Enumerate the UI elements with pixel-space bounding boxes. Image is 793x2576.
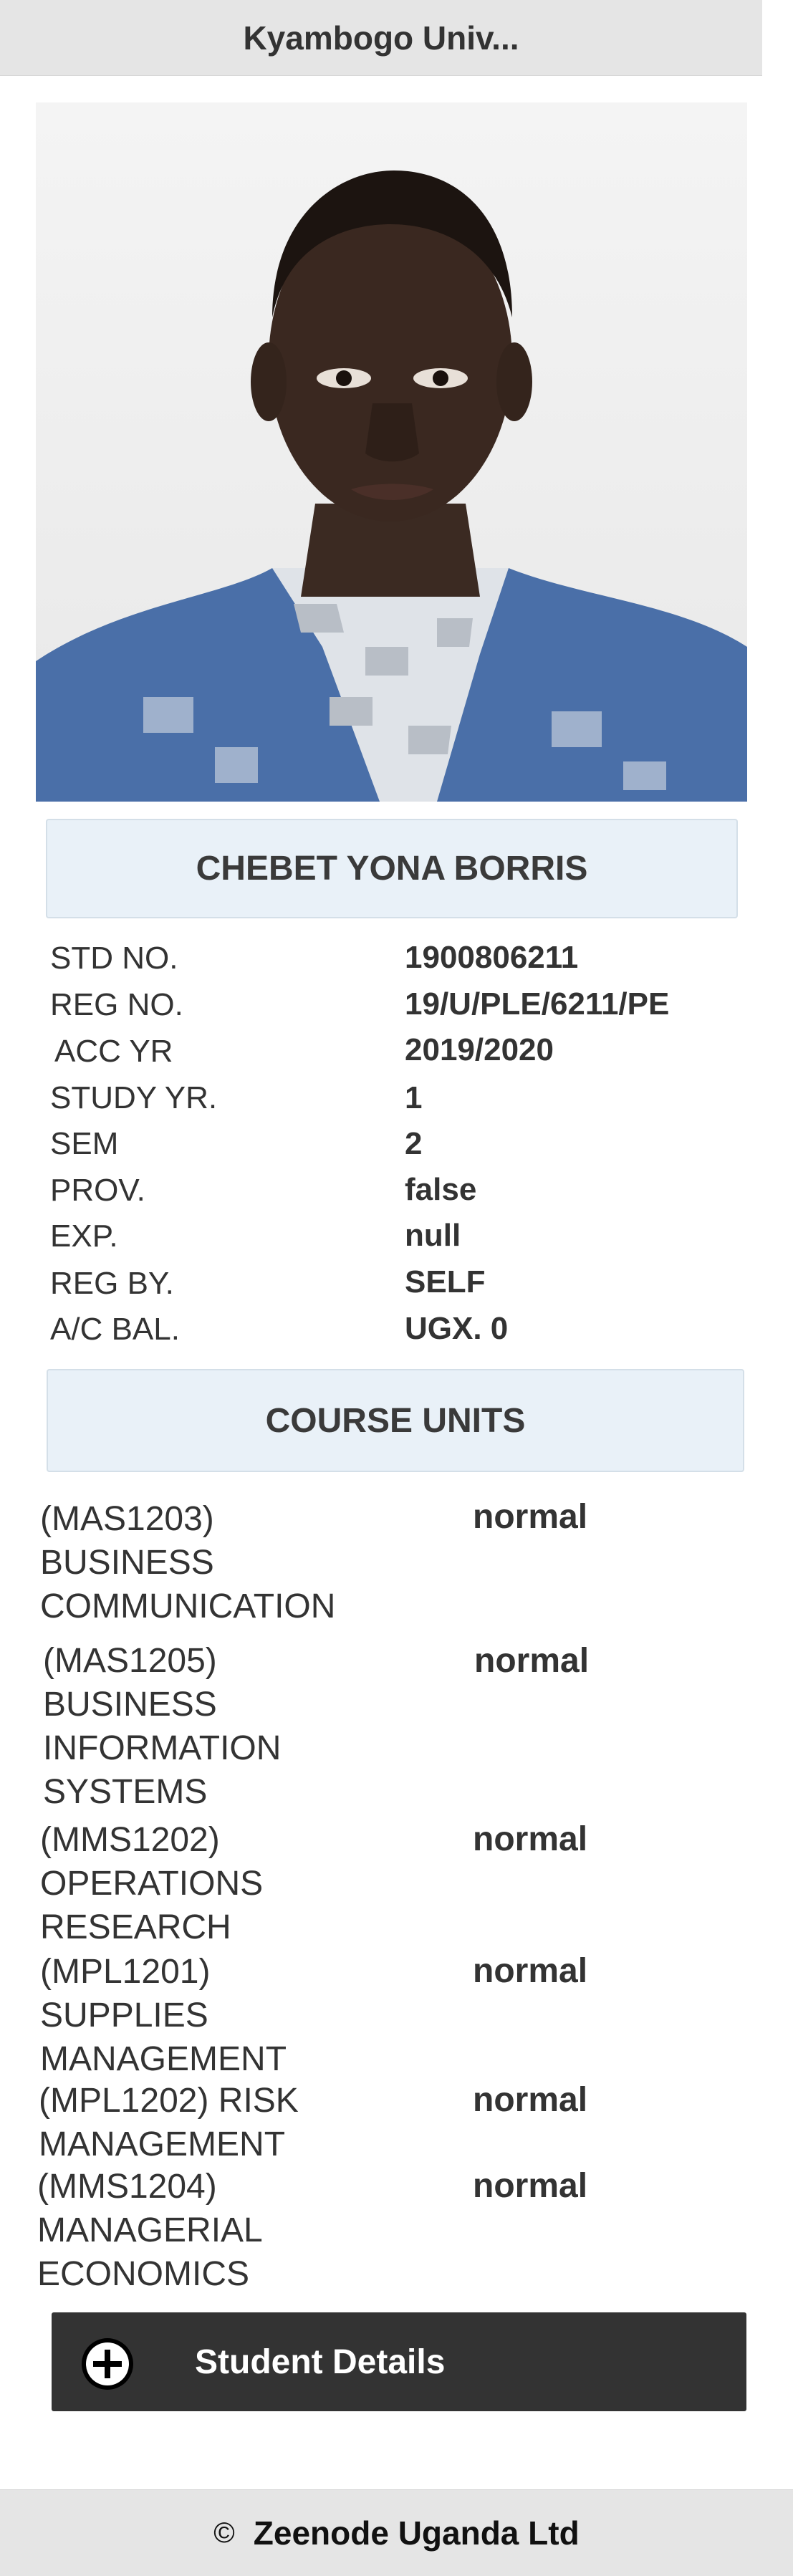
course-unit-name: (MAS1203) BUSINESS COMMUNICATION <box>40 1500 336 1625</box>
course-unit-status: normal <box>473 1498 588 1536</box>
detail-value-std-no: 1900806211 <box>405 940 579 975</box>
student-details-label: Student Details <box>195 2342 446 2381</box>
detail-label-exp: EXP. <box>50 1219 118 1254</box>
detail-label-prov: PROV. <box>50 1173 145 1208</box>
course-unit-name: (MPL1201) SUPPLIES MANAGEMENT <box>40 1953 287 2078</box>
detail-label-reg-by: REG BY. <box>50 1266 174 1301</box>
detail-value-acc-yr: 2019/2020 <box>405 1032 554 1067</box>
student-details-button[interactable]: Student Details <box>52 2312 746 2411</box>
detail-label-acc-yr: ACC YR <box>54 1034 173 1069</box>
detail-value-sem: 2 <box>405 1126 423 1161</box>
detail-label-sem: SEM <box>50 1126 119 1161</box>
detail-label-reg-no: REG NO. <box>50 987 183 1022</box>
course-unit-status: normal <box>473 1952 588 1990</box>
detail-label-ac-bal: A/C BAL. <box>50 1312 180 1347</box>
detail-label-std-no: STD NO. <box>50 941 178 976</box>
app-header: Kyambogo Univ... <box>0 0 762 76</box>
course-unit-name: (MPL1202) RISK MANAGEMENT <box>39 2082 299 2163</box>
student-name-bar: CHEBET YONA BORRIS <box>46 819 738 918</box>
detail-value-ac-bal: UGX. 0 <box>405 1311 509 1346</box>
course-unit-status: normal <box>474 1642 590 1680</box>
course-unit-name: (MMS1202) OPERATIONS RESEARCH <box>40 1821 264 1946</box>
app-footer: © Zeenode Uganda Ltd <box>0 2489 793 2576</box>
course-units-header: COURSE UNITS <box>47 1369 744 1472</box>
course-unit-status: normal <box>473 1820 588 1858</box>
copyright-icon: © <box>213 2517 235 2549</box>
detail-value-exp: null <box>405 1218 461 1253</box>
detail-value-reg-no: 19/U/PLE/6211/PE <box>405 986 670 1022</box>
detail-value-study-yr: 1 <box>405 1080 423 1115</box>
student-photo <box>36 102 747 802</box>
detail-value-reg-by: SELF <box>405 1264 486 1299</box>
plus-circle-icon <box>82 2338 133 2390</box>
student-name: CHEBET YONA BORRIS <box>196 850 588 888</box>
detail-label-study-yr: STUDY YR. <box>50 1080 218 1115</box>
detail-value-prov: false <box>405 1172 477 1207</box>
course-unit-status: normal <box>473 2167 588 2205</box>
course-unit-name: (MAS1205) BUSINESS INFORMATION SYSTEMS <box>43 1642 282 1811</box>
app-title: Kyambogo Univ... <box>243 19 519 57</box>
course-unit-status: normal <box>473 2081 588 2119</box>
course-unit-name: (MMS1204) MANAGERIAL ECONOMICS <box>37 2168 261 2293</box>
course-units-heading: COURSE UNITS <box>265 1401 526 1440</box>
footer-company: Zeenode Uganda Ltd <box>253 2514 580 2552</box>
